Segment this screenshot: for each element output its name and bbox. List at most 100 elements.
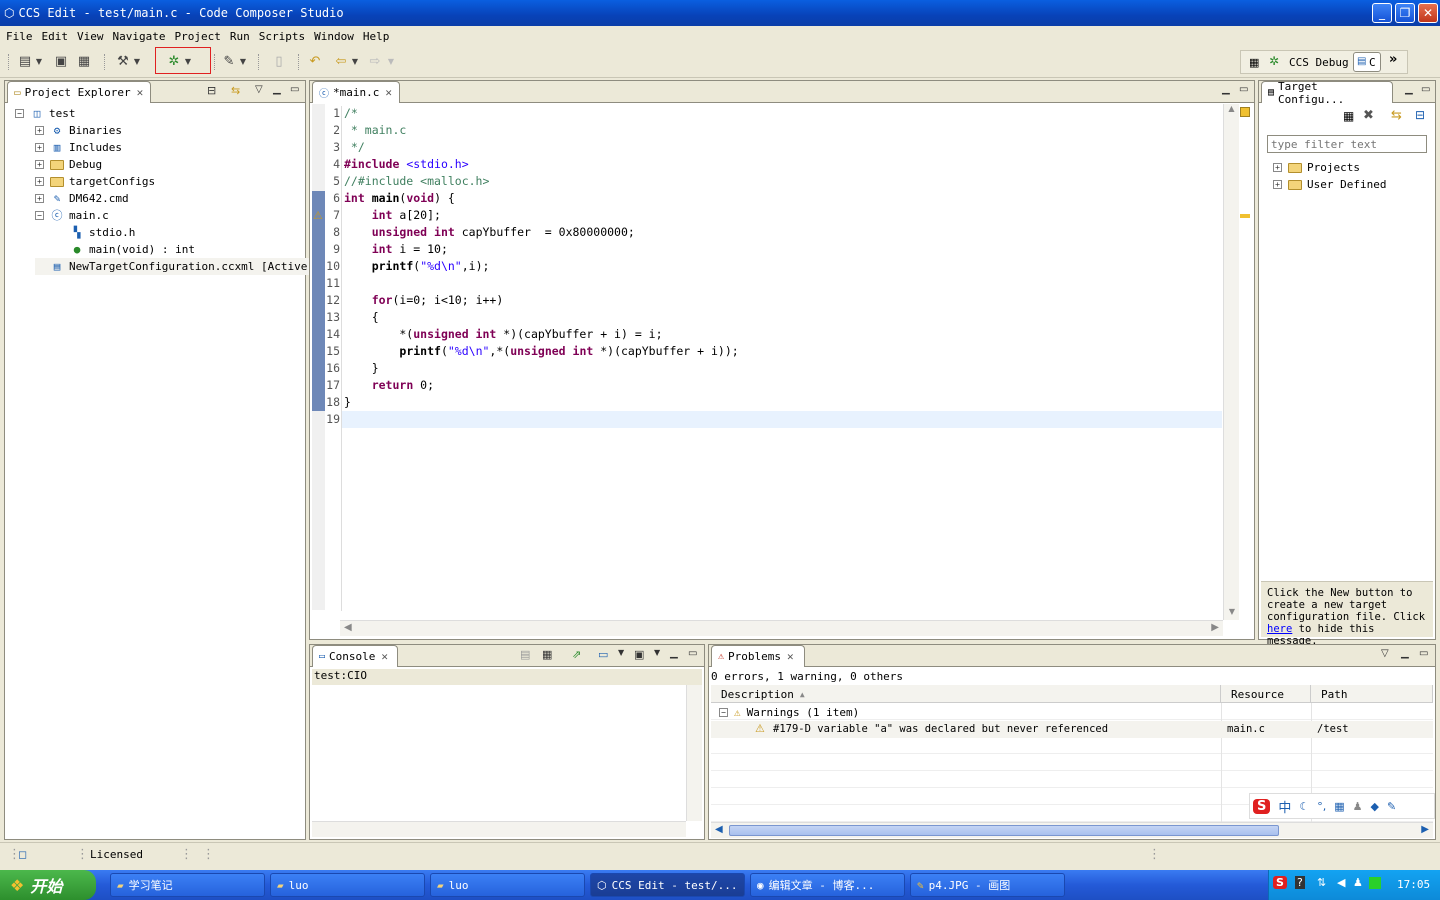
menu-run[interactable]: Run	[230, 30, 250, 43]
fast-view-icon[interactable]: ◻	[18, 848, 27, 861]
back-arrow-icon[interactable]: ⇦	[332, 53, 350, 71]
link-icon[interactable]: ⇆	[1391, 108, 1402, 123]
more-perspectives[interactable]: »	[1389, 52, 1397, 67]
code-line[interactable]: int main(void) {	[344, 191, 455, 205]
tree-item[interactable]: + ▥ Includes	[35, 139, 122, 156]
tree-item[interactable]: + ⚙ Binaries	[35, 122, 122, 139]
collapse-icon[interactable]: −	[719, 708, 728, 717]
user-icon[interactable]: ♟	[1353, 800, 1363, 813]
code-line[interactable]: int a[20];	[344, 208, 441, 222]
scroll-right-icon[interactable]: ▶	[1421, 824, 1429, 835]
expand-icon[interactable]: +	[1273, 163, 1282, 172]
toggle-icon[interactable]: ▯	[270, 53, 288, 71]
problems-horizontal-scrollbar[interactable]: ◀ ▶	[711, 822, 1433, 838]
code-line[interactable]: */	[344, 140, 365, 154]
menu-file[interactable]: File	[6, 30, 33, 43]
task-folder-luo-2[interactable]: ▰ luo	[430, 873, 585, 897]
collapse-icon[interactable]: −	[15, 109, 24, 118]
close-icon[interactable]: ✕	[787, 650, 794, 663]
pin-console-icon[interactable]: ⇗	[572, 648, 581, 661]
tree-item[interactable]: + ✎ DM642.cmd	[35, 190, 129, 207]
code-line[interactable]: for(i=0; i<10; i++)	[344, 293, 504, 307]
chevron-down-icon[interactable]: ▼	[132, 53, 142, 71]
overview-warning-icon[interactable]	[1240, 107, 1250, 117]
collapse-icon[interactable]: −	[35, 211, 44, 220]
code-line[interactable]: /*	[344, 106, 358, 120]
maximize-button[interactable]: ❐	[1395, 3, 1415, 23]
maximize-view-icon[interactable]: ▭	[1239, 84, 1248, 95]
last-edit-icon[interactable]: ↶	[306, 53, 324, 71]
tab-target-configurations[interactable]: ▤ Target Configu...	[1261, 80, 1393, 106]
code-line[interactable]: * main.c	[344, 123, 406, 137]
minimize-view-icon[interactable]: ▁	[1401, 648, 1409, 659]
maximize-view-icon[interactable]: ▭	[290, 84, 299, 95]
help-tray-icon[interactable]: ?	[1295, 876, 1305, 889]
view-menu-icon[interactable]: ▽	[1381, 648, 1389, 659]
task-folder-study-notes[interactable]: ▰ 学习笔记	[110, 873, 265, 897]
column-description[interactable]: Description ▲	[711, 685, 1221, 703]
code-line[interactable]: printf("%d\n",*(unsigned int *)(capYbuff…	[344, 344, 738, 358]
status-tray-icon[interactable]	[1369, 877, 1381, 889]
expand-icon[interactable]: +	[35, 160, 44, 169]
expand-icon[interactable]: +	[35, 177, 44, 186]
chevron-left-icon[interactable]: ◀	[1337, 876, 1345, 889]
tree-item[interactable]: + targetConfigs	[35, 173, 155, 190]
chevron-down-icon[interactable]: ▼	[618, 648, 624, 657]
scrollbar-thumb[interactable]	[729, 825, 1279, 836]
chevron-down-icon[interactable]: ▼	[238, 53, 248, 71]
scroll-left-icon[interactable]: ◀	[344, 622, 352, 633]
task-paint[interactable]: ✎ p4.JPG - 画图	[910, 873, 1065, 897]
minimize-view-icon[interactable]: ▁	[273, 84, 281, 95]
tab-project-explorer[interactable]: ▭ Project Explorer ✕	[7, 81, 151, 103]
chevron-down-icon[interactable]: ▼	[350, 53, 360, 71]
menu-window[interactable]: Window	[314, 30, 354, 43]
menu-scripts[interactable]: Scripts	[259, 30, 305, 43]
link-editor-icon[interactable]: ⇆	[231, 84, 240, 97]
tab-problems[interactable]: ⚠ Problems ✕	[711, 645, 805, 667]
maximize-view-icon[interactable]: ▭	[1419, 648, 1428, 659]
table-row[interactable]: ⚠ #179-D variable "a" was declared but n…	[711, 721, 1433, 738]
sogou-tray-icon[interactable]: S	[1273, 876, 1287, 889]
code-line[interactable]: //#include <malloc.h>	[344, 174, 489, 188]
close-icon[interactable]: ✕	[381, 650, 388, 663]
target-filter-input[interactable]	[1267, 135, 1427, 153]
menu-edit[interactable]: Edit	[42, 30, 69, 43]
chevron-down-icon[interactable]: ▼	[34, 53, 44, 71]
editor-horizontal-scrollbar[interactable]: ◀ ▶	[340, 620, 1223, 636]
clear-console-icon[interactable]: ▤	[520, 648, 530, 661]
collapse-all-icon[interactable]: ⊟	[207, 84, 216, 97]
tree-item[interactable]: ▚ stdio.h	[55, 224, 136, 241]
console-vertical-scrollbar[interactable]	[686, 685, 702, 821]
column-resource[interactable]: Resource	[1221, 685, 1311, 703]
forward-arrow-icon[interactable]: ⇨	[366, 53, 384, 71]
network-tray-icon[interactable]: ⇅	[1317, 876, 1326, 889]
minimize-view-icon[interactable]: ▁	[1222, 84, 1230, 95]
open-console-icon[interactable]: ▣	[634, 648, 644, 661]
close-icon[interactable]: ✕	[137, 86, 144, 99]
expand-icon[interactable]: +	[35, 194, 44, 203]
tree-item[interactable]: − ◫ test	[15, 105, 76, 122]
minimize-view-icon[interactable]: ▁	[670, 648, 678, 659]
save-icon[interactable]: ▣	[52, 53, 70, 71]
collapse-all-icon[interactable]: ⊟	[1415, 108, 1425, 122]
scroll-right-icon[interactable]: ▶	[1211, 622, 1219, 633]
ccs-debug-perspective[interactable]: CCS Debug	[1289, 56, 1349, 69]
overview-warning-mark[interactable]	[1240, 214, 1250, 218]
save-all-icon[interactable]: ▦	[75, 53, 93, 71]
scroll-down-icon[interactable]: ▼	[1224, 607, 1240, 616]
editor-vertical-scrollbar[interactable]: ▲ ▼	[1223, 104, 1239, 620]
maximize-view-icon[interactable]: ▭	[688, 648, 697, 659]
close-icon[interactable]: ✕	[385, 86, 392, 99]
menu-project[interactable]: Project	[174, 30, 220, 43]
expand-icon[interactable]: +	[35, 143, 44, 152]
console-horizontal-scrollbar[interactable]	[312, 821, 686, 837]
build-hammer-icon[interactable]: ⚒	[114, 53, 132, 71]
minimize-button[interactable]: _	[1372, 3, 1392, 23]
menu-navigate[interactable]: Navigate	[113, 30, 166, 43]
keyboard-icon[interactable]: ▦	[1334, 800, 1344, 813]
debug-button-highlight[interactable]: ✲ ▼	[155, 47, 211, 74]
warnings-group-row[interactable]: − ⚠ Warnings (1 item)	[719, 704, 859, 721]
scroll-lock-icon[interactable]: ▦	[542, 648, 552, 661]
task-folder-luo-1[interactable]: ▰ luo	[270, 873, 425, 897]
ime-mode-label[interactable]: 中	[1278, 797, 1291, 816]
